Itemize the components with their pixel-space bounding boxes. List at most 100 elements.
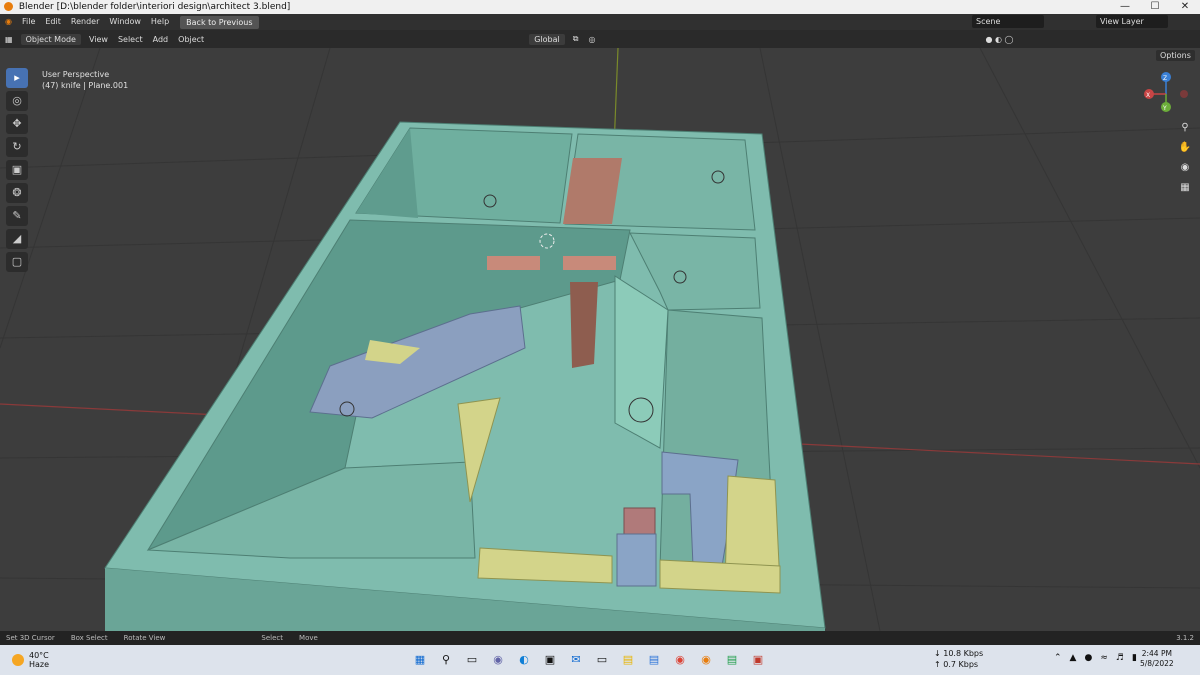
windows-taskbar: 40°C Haze ▦ ⚲ ▭ ◉ ◐ ▣ ✉ ▭ ▤ ▤ ◉ ◉ ▤ ▣ ↓ …: [0, 645, 1200, 675]
gizmo-z-label: Z: [1163, 75, 1167, 82]
menu-help[interactable]: Help: [146, 14, 174, 30]
scene-drawing: Z X Y: [0, 48, 1200, 631]
network-speed: ↓ 10.8 Kbps ↑ 0.7 Kbps: [934, 648, 983, 670]
mic-icon[interactable]: ●: [1084, 653, 1092, 663]
blue-box[interactable]: [616, 533, 657, 587]
chevron-up-icon[interactable]: ⌃: [1054, 653, 1062, 663]
close-button[interactable]: ✕: [1170, 0, 1200, 14]
right-navigation-tools: ⚲ ✋ ◉ ▦: [1176, 120, 1194, 196]
status-box-select: Box Select: [70, 634, 108, 642]
store-icon[interactable]: ▣: [540, 650, 560, 670]
blender-menu-icon[interactable]: ◉: [0, 14, 17, 30]
menu-select[interactable]: Select: [113, 35, 148, 44]
back-to-previous-button[interactable]: Back to Previous: [180, 15, 259, 29]
cursor-tool[interactable]: ◎: [6, 91, 28, 111]
status-move: Move: [299, 634, 318, 642]
camera-icon[interactable]: ◉: [1176, 160, 1194, 176]
search-icon[interactable]: ⚲: [436, 650, 456, 670]
sheets-icon[interactable]: ▤: [722, 650, 742, 670]
teams-icon[interactable]: ◉: [488, 650, 508, 670]
editor-type-icon[interactable]: ▦: [0, 35, 18, 44]
windows-start-icon[interactable]: ▦: [410, 650, 430, 670]
active-object-label: (47) knife | Plane.001: [42, 81, 129, 90]
yellow-cabinet-front-right[interactable]: [659, 559, 781, 594]
status-rotate-view: Rotate View: [123, 634, 166, 642]
weather-condition: Haze: [29, 660, 50, 669]
edge-icon[interactable]: ◐: [514, 650, 534, 670]
file-explorer-icon[interactable]: ▤: [618, 650, 638, 670]
clock-date: 5/8/2022: [1140, 659, 1174, 668]
weather-widget[interactable]: 40°C Haze: [12, 651, 49, 669]
taskbar-apps: ▦ ⚲ ▭ ◉ ◐ ▣ ✉ ▭ ▤ ▤ ◉ ◉ ▤ ▣: [410, 650, 768, 670]
snap-icon[interactable]: ⧉: [568, 34, 584, 44]
upload-speed: ↑ 0.7 Kbps: [934, 660, 979, 669]
status-set-3d-cursor: Set 3D Cursor: [6, 634, 55, 642]
mail-icon[interactable]: ✉: [566, 650, 586, 670]
select-box-tool[interactable]: ▸: [6, 68, 28, 88]
annotate-tool[interactable]: ✎: [6, 206, 28, 226]
menu-file[interactable]: File: [17, 14, 40, 30]
top-menu-bar: ◉ File Edit Render Window Help Back to P…: [0, 14, 1200, 30]
blender-version: 3.1.2: [1176, 634, 1194, 642]
word-icon[interactable]: ▤: [644, 650, 664, 670]
viewport-shading-icon[interactable]: ● ◐ ◯: [980, 35, 1018, 44]
wifi-icon[interactable]: ≈: [1100, 653, 1108, 663]
door-frame-top-1: [487, 256, 540, 270]
clock-time: 2:44 PM: [1141, 649, 1172, 658]
volume-icon[interactable]: ♬: [1116, 653, 1124, 663]
weather-temperature: 40°C: [29, 651, 49, 660]
3d-viewport[interactable]: Z X Y: [0, 48, 1200, 631]
menu-object[interactable]: Object: [173, 35, 209, 44]
view-layer-selector[interactable]: View Layer: [1096, 15, 1168, 28]
measure-tool[interactable]: ◢: [6, 229, 28, 249]
status-bar: Set 3D Cursor Box Select Rotate View Sel…: [0, 631, 1200, 645]
proportional-edit-icon[interactable]: ◎: [583, 35, 600, 44]
car-icon[interactable]: ▲: [1070, 653, 1077, 663]
move-tool[interactable]: ✥: [6, 114, 28, 134]
navigation-gizmo[interactable]: Z X Y: [1144, 72, 1188, 112]
system-tray: ⌃ ▲ ● ≈ ♬ ▮: [1054, 653, 1137, 663]
sun-icon: [12, 654, 24, 666]
scale-tool[interactable]: ▣: [6, 160, 28, 180]
add-cube-tool[interactable]: ▢: [6, 252, 28, 272]
maximize-button[interactable]: ☐: [1140, 0, 1170, 14]
options-dropdown[interactable]: Options: [1156, 50, 1195, 61]
menu-view[interactable]: View: [84, 35, 113, 44]
red-door-back[interactable]: [563, 158, 622, 224]
zoom-icon[interactable]: ⚲: [1176, 120, 1194, 136]
red-box[interactable]: [623, 507, 656, 535]
window-controls: — ☐ ✕: [1110, 0, 1200, 14]
scene-selector[interactable]: Scene: [972, 15, 1044, 28]
menu-add[interactable]: Add: [148, 35, 174, 44]
left-toolbar: ▸ ◎ ✥ ↻ ▣ ❂ ✎ ◢ ▢: [6, 68, 28, 272]
battery-icon[interactable]: ▮: [1132, 653, 1137, 663]
grid-view-icon[interactable]: ▦: [1176, 180, 1194, 196]
desktop-icon[interactable]: ▭: [592, 650, 612, 670]
rotate-tool[interactable]: ↻: [6, 137, 28, 157]
viewport-header: ▦ Object Mode View Select Add Object Glo…: [0, 30, 1200, 48]
gizmo-y-label: Y: [1162, 105, 1167, 112]
transform-orientation-dropdown[interactable]: Global: [529, 33, 565, 45]
blender-logo-icon: [4, 2, 13, 11]
gizmo-x-label: X: [1146, 92, 1150, 99]
task-view-icon[interactable]: ▭: [462, 650, 482, 670]
minimize-button[interactable]: —: [1110, 0, 1140, 14]
download-speed: ↓ 10.8 Kbps: [934, 649, 984, 658]
viewport-info: User Perspective (47) knife | Plane.001: [42, 69, 128, 91]
brown-door[interactable]: [570, 282, 598, 368]
menu-window[interactable]: Window: [104, 14, 146, 30]
menu-edit[interactable]: Edit: [40, 14, 66, 30]
transform-tool[interactable]: ❂: [6, 183, 28, 203]
pan-hand-icon[interactable]: ✋: [1176, 140, 1194, 156]
door-frame-top-2: [563, 256, 616, 270]
object-mode-dropdown[interactable]: Object Mode: [20, 33, 81, 45]
app-icon[interactable]: ▣: [748, 650, 768, 670]
chrome-icon[interactable]: ◉: [670, 650, 690, 670]
status-select: Select: [261, 634, 284, 642]
menu-render[interactable]: Render: [66, 14, 104, 30]
system-clock[interactable]: 2:44 PM 5/8/2022: [1140, 649, 1174, 669]
perspective-label: User Perspective: [42, 70, 110, 79]
window-title: Blender [D:\blender folder\interiori des…: [18, 2, 291, 12]
window-title-bar: Blender [D:\blender folder\interiori des…: [0, 0, 1200, 14]
blender-taskbar-icon[interactable]: ◉: [696, 650, 716, 670]
